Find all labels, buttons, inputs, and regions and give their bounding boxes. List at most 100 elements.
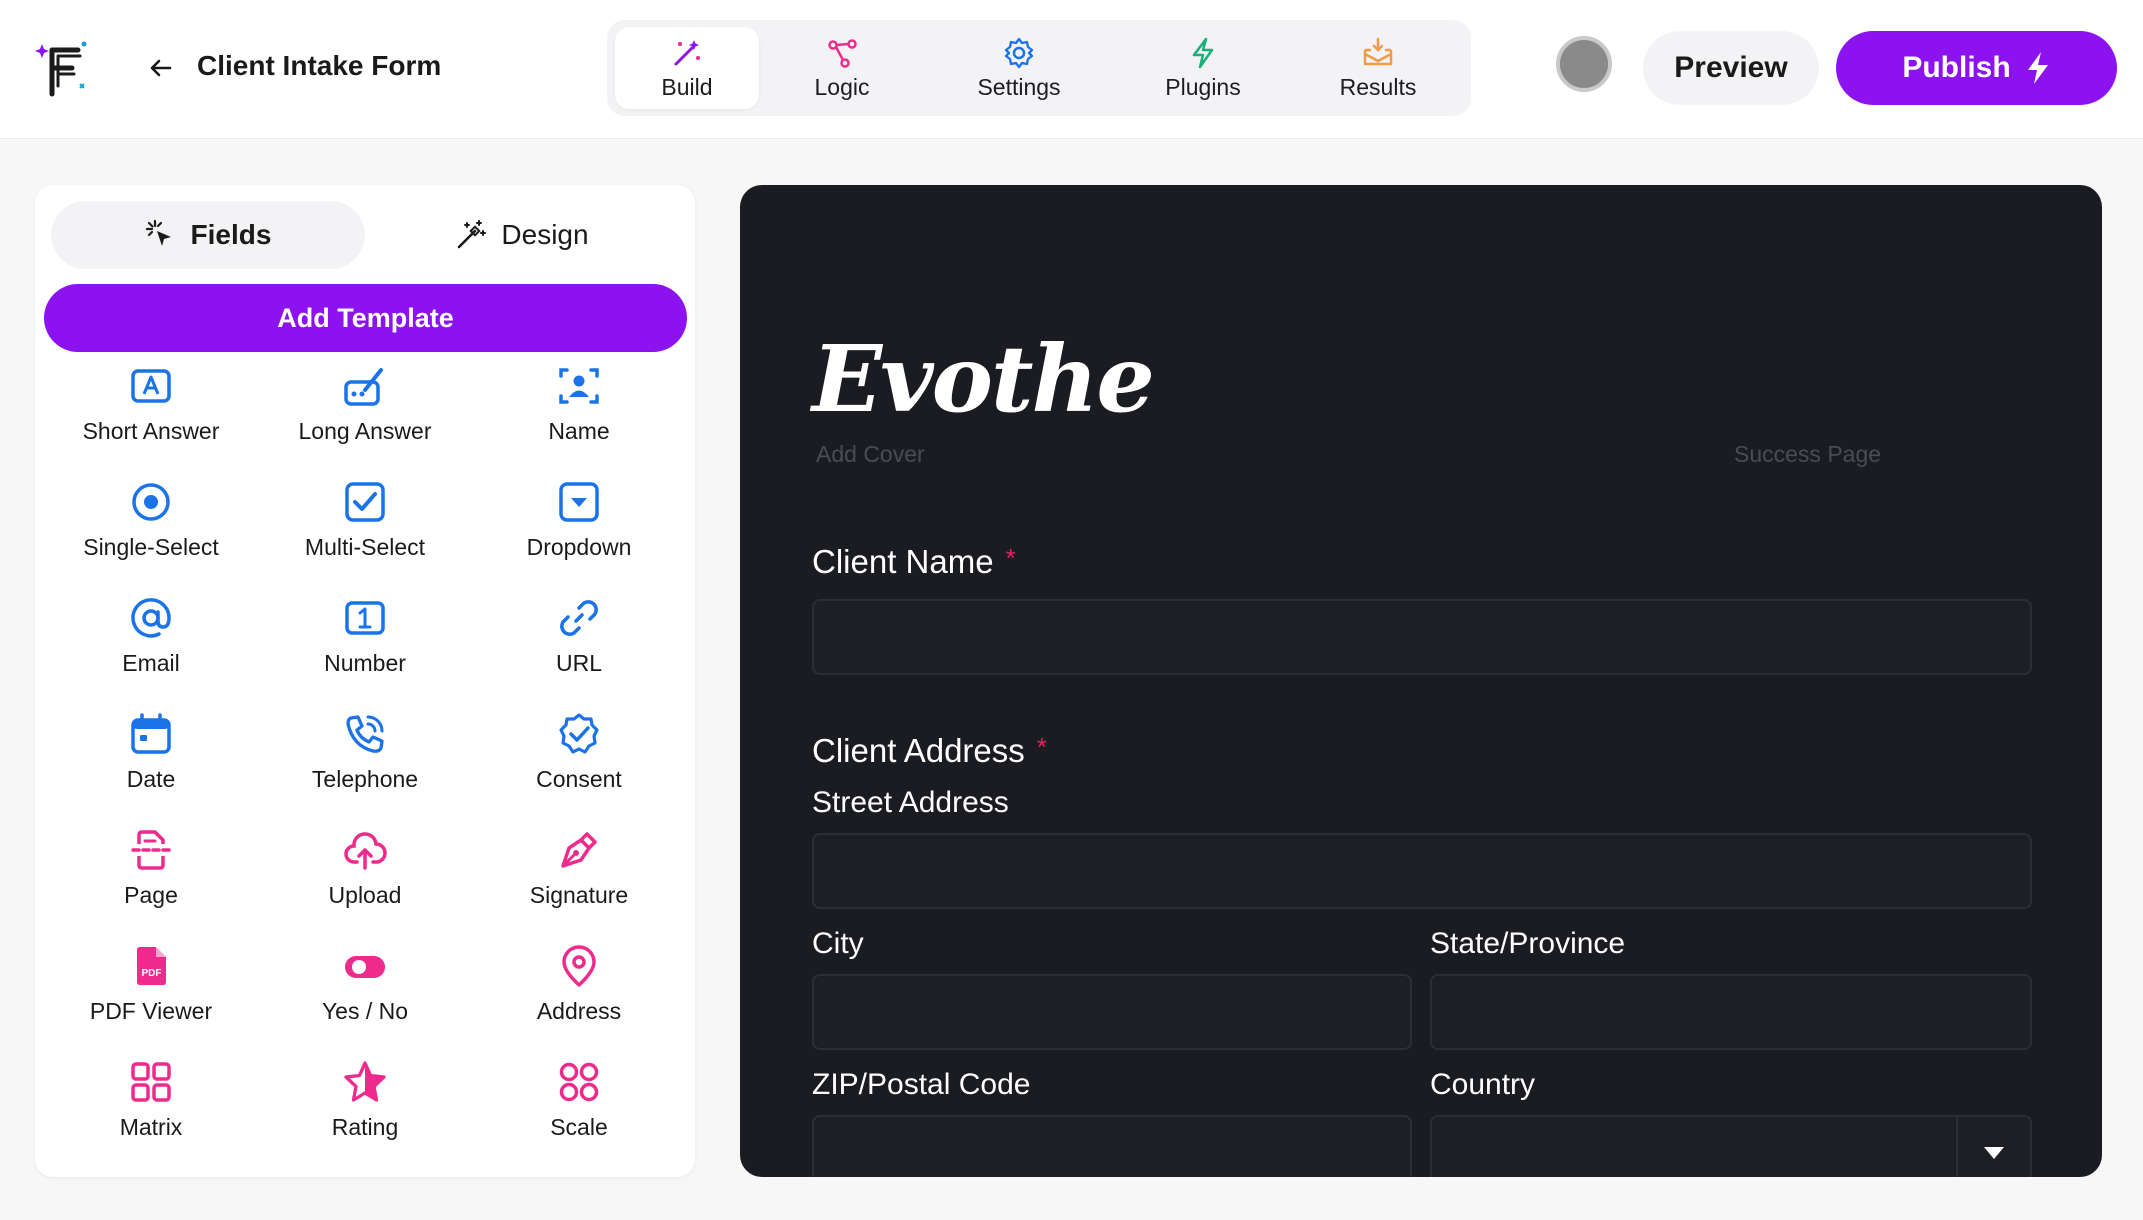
inbox-icon	[1363, 37, 1393, 65]
dropdown-icon	[559, 482, 599, 522]
link-icon	[560, 600, 598, 636]
upload-cloud-icon	[344, 832, 387, 870]
form-brand-logo[interactable]: Evothe	[812, 325, 1155, 433]
fields-sidebar: Fields Design Add Template Short Answer	[35, 185, 695, 1177]
tab-build[interactable]: Build	[615, 27, 759, 109]
tab-results[interactable]: Results	[1293, 27, 1463, 109]
caret-down-icon	[1984, 1147, 2004, 1159]
field-multi-select[interactable]: Multi-Select	[258, 474, 472, 590]
tab-fields-label: Fields	[190, 219, 272, 250]
field-single-select[interactable]: Single-Select	[44, 474, 258, 590]
field-url[interactable]: URL	[472, 590, 686, 706]
tab-build-label: Build	[661, 73, 713, 100]
field-label: Date	[126, 766, 176, 792]
field-label: Telephone	[311, 766, 419, 792]
tab-settings[interactable]: Settings	[925, 27, 1113, 109]
long-answer-icon	[344, 368, 383, 406]
field-label: URL	[555, 650, 602, 676]
field-date[interactable]: Date	[44, 706, 258, 822]
app-logo[interactable]	[34, 36, 98, 100]
magic-wand-icon	[674, 39, 700, 65]
add-cover-link[interactable]: Add Cover	[816, 441, 925, 468]
avatar[interactable]	[1556, 36, 1612, 92]
country-select-toggle[interactable]	[1956, 1117, 2030, 1177]
sidebar-tabs: Fields Design	[51, 201, 679, 269]
form-canvas: Evothe Add Cover Success Page Client Nam…	[740, 185, 2102, 1177]
preview-button[interactable]: Preview	[1643, 31, 1819, 105]
field-label: Page	[124, 882, 178, 908]
field-pdf-viewer[interactable]: PDF PDF Viewer	[44, 938, 258, 1054]
field-label: Short Answer	[82, 418, 220, 444]
verified-icon	[559, 713, 599, 754]
tab-logic[interactable]: Logic	[759, 27, 925, 109]
tab-results-label: Results	[1339, 73, 1417, 100]
gear-icon	[1004, 37, 1034, 68]
field-dropdown[interactable]: Dropdown	[472, 474, 686, 590]
country-select[interactable]	[1430, 1115, 2032, 1177]
phone-icon	[346, 715, 384, 753]
required-asterisk: *	[1036, 732, 1047, 762]
client-address-label-text: Client Address	[812, 732, 1025, 769]
field-palette: Short Answer Long Answer Name Single-Sel…	[35, 358, 695, 1170]
field-page[interactable]: Page	[44, 822, 258, 938]
client-address-label: Client Address *	[812, 732, 1047, 770]
field-number[interactable]: Number	[258, 590, 472, 706]
field-label: Email	[122, 650, 180, 676]
zip-input[interactable]	[812, 1115, 1412, 1177]
field-short-answer[interactable]: Short Answer	[44, 358, 258, 474]
tab-plugins[interactable]: Plugins	[1113, 27, 1293, 109]
checkbox-icon	[345, 482, 385, 522]
publish-button[interactable]: Publish	[1836, 31, 2117, 105]
field-scale[interactable]: Scale	[472, 1054, 686, 1170]
add-template-button[interactable]: Add Template	[44, 284, 687, 352]
grid-icon	[131, 1062, 171, 1102]
field-label: Name	[548, 418, 610, 444]
field-name[interactable]: Name	[472, 358, 686, 474]
street-address-label: Street Address	[812, 786, 1009, 819]
city-label: City	[812, 927, 864, 960]
success-page-link[interactable]: Success Page	[1734, 441, 1881, 468]
logic-branch-icon	[828, 38, 857, 68]
bolt-icon	[2027, 52, 2048, 84]
magic-wand-icon	[458, 220, 487, 249]
bolt-icon	[1192, 37, 1214, 68]
svg-text:PDF: PDF	[142, 968, 162, 979]
field-label: Long Answer	[298, 418, 432, 444]
field-address[interactable]: Address	[472, 938, 686, 1054]
state-label: State/Province	[1430, 927, 1626, 960]
field-email[interactable]: Email	[44, 590, 258, 706]
field-upload[interactable]: Upload	[258, 822, 472, 938]
at-icon	[131, 598, 171, 638]
field-consent[interactable]: Consent	[472, 706, 686, 822]
field-yes-no[interactable]: Yes / No	[258, 938, 472, 1054]
tab-plugins-label: Plugins	[1165, 73, 1241, 100]
client-name-input[interactable]	[812, 599, 2032, 675]
field-rating[interactable]: Rating	[258, 1054, 472, 1170]
pdf-icon: PDF	[137, 947, 166, 985]
tab-logic-label: Logic	[814, 73, 870, 100]
page-icon	[131, 830, 171, 870]
field-label: Matrix	[119, 1114, 183, 1140]
tab-design[interactable]: Design	[365, 201, 679, 269]
field-long-answer[interactable]: Long Answer	[258, 358, 472, 474]
state-input[interactable]	[1430, 974, 2032, 1050]
pointer-click-icon	[145, 219, 171, 246]
number-icon	[345, 601, 385, 635]
map-pin-icon	[562, 945, 596, 987]
field-label: Rating	[331, 1114, 399, 1140]
field-telephone[interactable]: Telephone	[258, 706, 472, 822]
publish-button-label: Publish	[1902, 51, 2011, 84]
required-asterisk: *	[1005, 543, 1016, 573]
field-signature[interactable]: Signature	[472, 822, 686, 938]
field-matrix[interactable]: Matrix	[44, 1054, 258, 1170]
field-label: Multi-Select	[304, 534, 426, 560]
client-name-label-text: Client Name	[812, 543, 994, 580]
tab-fields[interactable]: Fields	[51, 201, 365, 269]
street-address-input[interactable]	[812, 833, 2032, 909]
city-input[interactable]	[812, 974, 1412, 1050]
back-arrow-icon[interactable]	[144, 52, 176, 84]
field-label: Signature	[529, 882, 629, 908]
field-label: Single-Select	[83, 534, 219, 560]
field-label: Yes / No	[321, 998, 409, 1024]
client-name-label: Client Name *	[812, 543, 1016, 581]
